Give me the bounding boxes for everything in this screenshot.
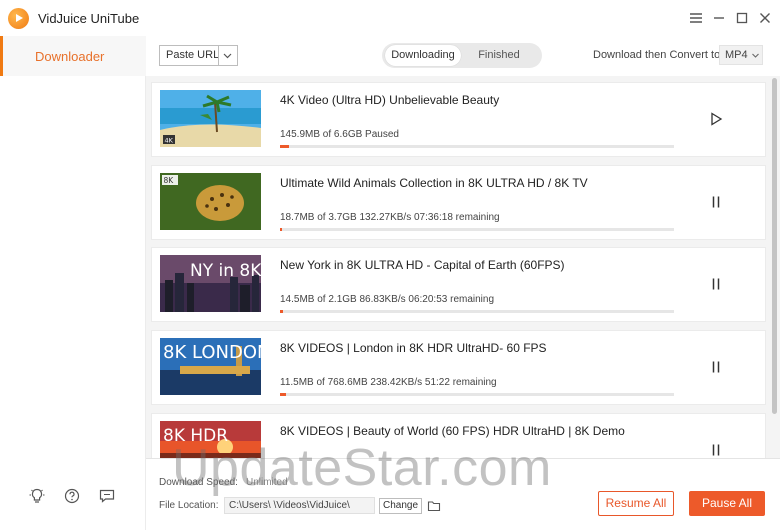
toolbar: Paste URL Downloading Finished Download … xyxy=(146,36,780,76)
sidebar: Downloader xyxy=(0,36,146,530)
chevron-down-icon[interactable] xyxy=(222,50,233,61)
feedback-icon[interactable] xyxy=(98,487,116,505)
progress-bar xyxy=(280,393,674,396)
thumb-badge: 8K HDR xyxy=(163,426,228,446)
progress-bar xyxy=(280,310,674,313)
app-logo-icon xyxy=(8,8,29,29)
progress-fill xyxy=(280,228,282,231)
video-title: Ultimate Wild Animals Collection in 8K U… xyxy=(280,176,588,190)
folder-icon[interactable] xyxy=(427,499,441,513)
maximize-icon[interactable] xyxy=(733,9,751,27)
download-item[interactable]: 8K HDR 8K VIDEOS | Beauty of World (60 F… xyxy=(151,413,766,458)
video-title: 8K VIDEOS | Beauty of World (60 FPS) HDR… xyxy=(280,424,625,438)
help-icon[interactable] xyxy=(63,487,81,505)
minimize-icon[interactable] xyxy=(710,9,728,27)
pause-icon[interactable] xyxy=(708,359,724,375)
thumb-badge: 8K LONDON xyxy=(163,342,261,363)
progress-fill xyxy=(280,393,286,396)
video-thumbnail: 8K LONDON xyxy=(160,338,261,395)
chevron-down-icon xyxy=(752,53,759,58)
progress-bar xyxy=(280,228,674,231)
video-thumbnail: 4K xyxy=(160,90,261,147)
file-location-label: File Location: xyxy=(159,500,219,511)
thumb-badge: 4K xyxy=(165,137,174,145)
progress-fill xyxy=(280,145,289,148)
download-item[interactable]: 8K LONDON 8K VIDEOS | London in 8K HDR U… xyxy=(151,330,766,405)
divider xyxy=(218,46,219,65)
download-item[interactable]: NY in 8K New York in 8K ULTRA HD - Capit… xyxy=(151,247,766,322)
video-title: New York in 8K ULTRA HD - Capital of Ear… xyxy=(280,258,565,272)
video-thumbnail: NY in 8K xyxy=(160,255,261,312)
scrollbar[interactable] xyxy=(771,76,778,458)
pause-icon[interactable] xyxy=(708,276,724,292)
tab-finished[interactable]: Finished xyxy=(462,45,536,66)
paste-url-label: Paste URL xyxy=(166,49,220,61)
pause-icon[interactable] xyxy=(708,442,724,458)
video-thumbnail: 8K xyxy=(160,173,261,230)
video-title: 4K Video (Ultra HD) Unbelievable Beauty xyxy=(280,93,500,107)
play-icon[interactable] xyxy=(708,111,724,127)
download-status: 11.5MB of 768.6MB 238.42KB/s 51:22 remai… xyxy=(280,377,497,388)
change-location-button[interactable]: Change xyxy=(379,498,422,514)
pause-icon[interactable] xyxy=(708,194,724,210)
progress-fill xyxy=(280,310,283,313)
app-title: VidJuice UniTube xyxy=(38,11,140,26)
paste-url-button[interactable]: Paste URL xyxy=(159,45,238,66)
resume-all-button[interactable]: Resume All xyxy=(598,491,674,516)
sidebar-item-label: Downloader xyxy=(35,49,105,64)
download-speed-select[interactable]: Unlimited xyxy=(246,477,288,488)
sidebar-item-downloader[interactable]: Downloader xyxy=(0,36,146,76)
download-status: 145.9MB of 6.6GB Paused xyxy=(280,129,399,140)
pause-all-button[interactable]: Pause All xyxy=(689,491,765,516)
video-title: 8K VIDEOS | London in 8K HDR UltraHD- 60… xyxy=(280,341,547,355)
format-value: MP4 xyxy=(725,49,748,61)
file-location-path: C:\Users\ \Videos\VidJuice\ xyxy=(224,497,375,514)
lightbulb-icon[interactable] xyxy=(28,487,46,505)
convert-label: Download then Convert to: xyxy=(593,49,724,61)
progress-bar xyxy=(280,145,674,148)
thumb-badge: NY in 8K xyxy=(190,261,261,281)
download-item[interactable]: 4K 4K Video (Ultra HD) Unbelievable Beau… xyxy=(151,82,766,157)
scroll-thumb[interactable] xyxy=(772,78,777,414)
bottom-bar: Download Speed: Unlimited File Location:… xyxy=(146,458,780,530)
tab-downloading[interactable]: Downloading xyxy=(385,45,461,66)
format-select[interactable]: MP4 xyxy=(719,45,763,65)
thumb-badge: 8K xyxy=(164,176,175,185)
video-thumbnail: 8K HDR xyxy=(160,421,261,458)
download-status: 14.5MB of 2.1GB 86.83KB/s 06:20:53 remai… xyxy=(280,294,495,305)
close-icon[interactable] xyxy=(756,9,774,27)
download-status: 18.7MB of 3.7GB 132.27KB/s 07:36:18 rema… xyxy=(280,212,500,223)
menu-icon[interactable] xyxy=(687,9,705,27)
title-bar: VidJuice UniTube xyxy=(0,0,780,36)
download-item[interactable]: 8K Ultimate Wild Animals Collection in 8… xyxy=(151,165,766,240)
download-speed-label: Download Speed: xyxy=(159,477,238,488)
tab-switch: Downloading Finished xyxy=(382,43,542,68)
download-list: 4K 4K Video (Ultra HD) Unbelievable Beau… xyxy=(146,76,780,458)
